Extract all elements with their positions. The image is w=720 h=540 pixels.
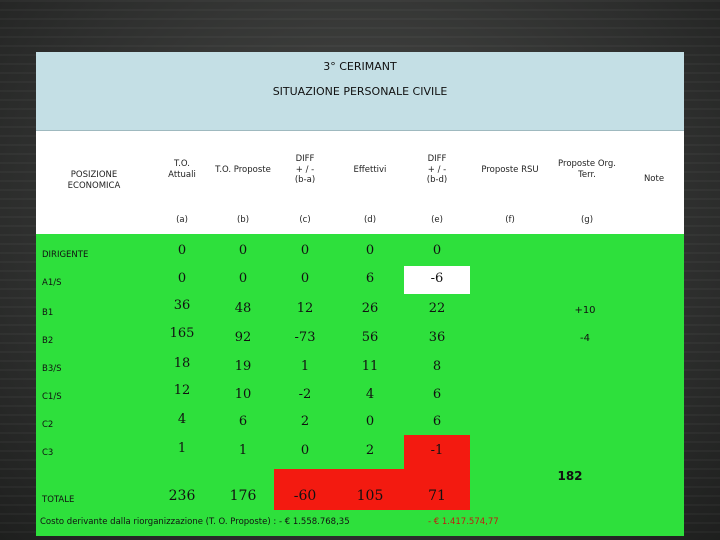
cell-d: 6 xyxy=(365,271,375,286)
cell-a: 36 xyxy=(173,298,191,313)
row-label-a1s: A1/S xyxy=(42,278,62,288)
subheader-e: (e) xyxy=(431,215,443,225)
total-d: 105 xyxy=(356,488,384,504)
row-label-dirigente: DIRIGENTE xyxy=(42,250,89,260)
col-header-posizione: POSIZIONE ECONOMICA xyxy=(67,170,121,192)
slide-header: 3° CERIMANT SITUAZIONE PERSONALE CIVILE xyxy=(36,52,684,131)
cell-e: 6 xyxy=(432,387,442,402)
row-label-totale: TOTALE xyxy=(42,495,75,505)
col-header-to-attuali: T.O. Attuali xyxy=(168,159,196,180)
col-header-effettivi: Effettivi xyxy=(353,164,387,175)
cell-d: 56 xyxy=(361,330,379,345)
cell-d: 4 xyxy=(365,387,375,402)
cell-b: 0 xyxy=(238,271,248,286)
cell-e: -6 xyxy=(430,271,444,286)
cell-d: 26 xyxy=(361,301,379,316)
cell-e: 0 xyxy=(432,243,442,258)
footer-cost-red: - € 1.417.574,77 xyxy=(428,517,499,527)
total-b: 176 xyxy=(229,488,257,504)
cell-d: 2 xyxy=(365,443,375,458)
slide-subtitle: SITUAZIONE PERSONALE CIVILE xyxy=(272,85,448,98)
cell-c: 0 xyxy=(300,243,310,258)
cell-b: 1 xyxy=(238,443,248,458)
slide: 3° CERIMANT SITUAZIONE PERSONALE CIVILE … xyxy=(36,52,684,536)
cell-e: 6 xyxy=(432,414,442,429)
cell-e: 36 xyxy=(428,330,446,345)
cell-a: 1 xyxy=(177,441,187,456)
cell-b: 19 xyxy=(234,359,252,374)
cell-a: 12 xyxy=(173,383,191,398)
total-a: 236 xyxy=(168,488,196,504)
subheader-c: (c) xyxy=(299,215,311,225)
col-header-proposte-org: Proposte Org. Terr. xyxy=(558,159,616,180)
slide-title: 3° CERIMANT xyxy=(323,60,397,73)
cell-b: 6 xyxy=(238,414,248,429)
cell-a: 18 xyxy=(173,356,191,371)
cell-d: 11 xyxy=(361,359,379,374)
cell-b: 48 xyxy=(234,301,252,316)
cell-c: 1 xyxy=(300,359,310,374)
subheader-f: (f) xyxy=(505,215,515,225)
footer-cost-label: Costo derivante dalla riorganizzazione (… xyxy=(40,517,350,527)
subheader-b: (b) xyxy=(236,215,250,225)
cell-a: 0 xyxy=(177,271,187,286)
col-header-to-proposte: T.O. Proposte xyxy=(215,164,271,175)
col-header-diff-bd: DIFF + / - (b-d) xyxy=(426,154,448,186)
col-header-proposte-rsu: Proposte RSU xyxy=(481,164,539,175)
cell-c: 12 xyxy=(296,301,314,316)
cell-a: 165 xyxy=(169,326,195,341)
col-header-note: Note xyxy=(643,173,665,184)
cell-b: 10 xyxy=(234,387,252,402)
cell-c: 2 xyxy=(300,414,310,429)
subheader-d: (d) xyxy=(363,215,377,225)
cell-c: 0 xyxy=(300,443,310,458)
cell-c: -73 xyxy=(294,330,316,345)
subheader-a: (a) xyxy=(176,215,188,225)
cell-b: 92 xyxy=(234,330,252,345)
cell-d: 0 xyxy=(365,243,375,258)
row-label-c3: C3 xyxy=(42,448,54,458)
row-label-c2: C2 xyxy=(42,420,54,430)
total-e: 71 xyxy=(428,488,446,504)
cell-e: -1 xyxy=(430,443,444,458)
cell-g: +10 xyxy=(574,305,596,316)
total-c: -60 xyxy=(293,488,317,504)
row-label-b3s: B3/S xyxy=(42,364,62,374)
cell-c: 0 xyxy=(300,271,310,286)
cell-a: 4 xyxy=(177,412,187,427)
cell-d: 0 xyxy=(365,414,375,429)
cell-e: 22 xyxy=(428,301,446,316)
row-label-b1: B1 xyxy=(42,308,54,318)
cell-a: 0 xyxy=(177,243,187,258)
col-header-diff-ba: DIFF + / - (b-a) xyxy=(294,154,316,186)
total-g-extra: 182 xyxy=(557,469,583,483)
cell-b: 0 xyxy=(238,243,248,258)
subheader-g: (g) xyxy=(580,215,594,225)
cell-e: 8 xyxy=(432,359,442,374)
cell-c: -2 xyxy=(298,387,312,402)
row-label-c1s: C1/S xyxy=(42,392,62,402)
cell-g: -4 xyxy=(580,333,590,344)
row-label-b2: B2 xyxy=(42,336,54,346)
